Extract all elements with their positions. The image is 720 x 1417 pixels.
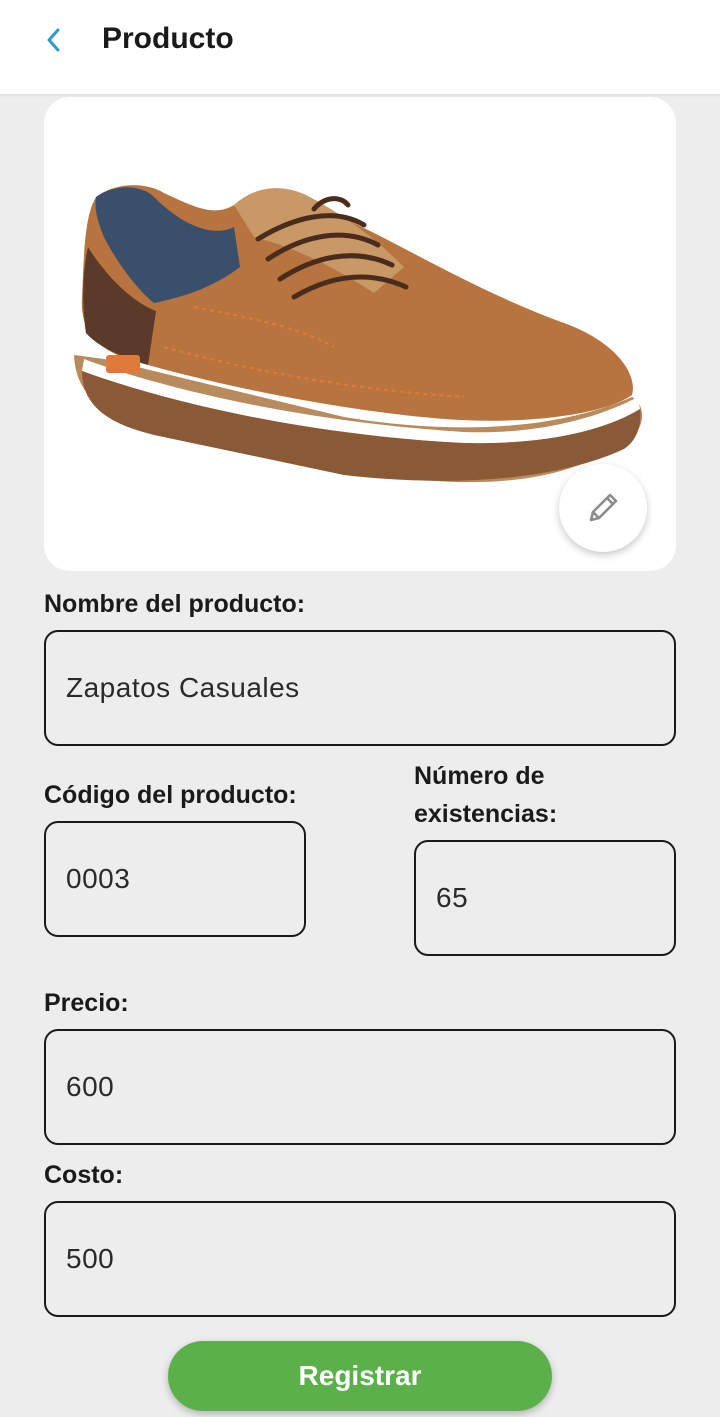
product-image-card: [44, 97, 676, 571]
cost-field[interactable]: [44, 1201, 676, 1317]
chevron-left-icon: [47, 28, 60, 52]
stock-input[interactable]: [436, 882, 674, 914]
product-code-label: Código del producto:: [44, 781, 297, 809]
product-code-input[interactable]: [66, 863, 304, 895]
product-name-input[interactable]: [66, 672, 674, 704]
cost-input[interactable]: [66, 1243, 674, 1275]
product-name-field[interactable]: [44, 630, 676, 746]
register-button[interactable]: Registrar: [168, 1341, 552, 1411]
edit-image-button[interactable]: [559, 464, 647, 552]
product-code-field[interactable]: [44, 821, 306, 937]
top-app-bar: Producto: [0, 0, 720, 94]
page-title: Producto: [102, 22, 234, 55]
product-name-label: Nombre del producto:: [44, 590, 306, 618]
stock-label: Número de existencias:: [414, 757, 557, 833]
stock-field[interactable]: [414, 840, 676, 956]
pencil-icon: [589, 493, 618, 522]
stock-label-line1: Número de: [414, 762, 545, 790]
price-label: Precio:: [44, 989, 129, 1017]
price-input[interactable]: [66, 1071, 674, 1103]
stock-label-line2: existencias:: [414, 800, 558, 828]
price-field[interactable]: [44, 1029, 676, 1145]
back-button[interactable]: [34, 20, 74, 60]
cost-label: Costo:: [44, 1161, 124, 1189]
